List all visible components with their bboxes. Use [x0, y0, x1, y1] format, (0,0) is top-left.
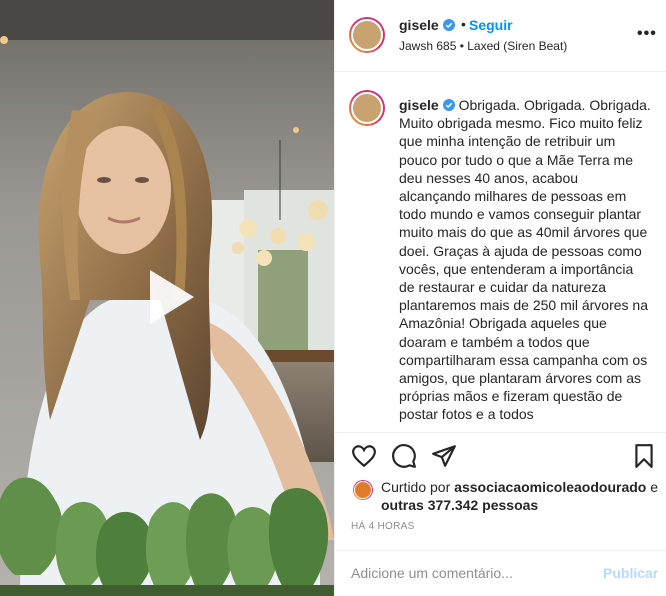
- author-avatar[interactable]: [349, 17, 385, 53]
- author-username-text[interactable]: gisele: [399, 17, 439, 33]
- caption-author-avatar[interactable]: [349, 90, 385, 126]
- play-icon[interactable]: [132, 262, 202, 332]
- verified-badge-icon: [442, 19, 455, 31]
- more-options-button[interactable]: •••: [637, 25, 657, 43]
- likes-prefix: Curtido por: [381, 479, 455, 495]
- caption-section: gisele Obrigada. Obrigada. Obrigada. Mui…: [335, 72, 666, 432]
- likes-first-user[interactable]: associacaomicoleaodourado: [454, 479, 646, 495]
- comment-input[interactable]: [351, 561, 571, 585]
- caption: gisele Obrigada. Obrigada. Obrigada. Mui…: [399, 96, 651, 424]
- post-header: gisele • Seguir Jawsh 685 • Laxed (Siren…: [335, 0, 666, 72]
- likes-text: Curtido por associacaomicoleaodourado e …: [381, 478, 665, 514]
- heart-icon[interactable]: [351, 443, 377, 469]
- header-separator: •: [461, 16, 466, 32]
- likes-others-suffix: pessoas: [478, 497, 539, 513]
- likes-others-count: 377.342: [427, 497, 479, 513]
- caption-text: Obrigada. Obrigada. Obrigada. Muito obri…: [399, 97, 651, 423]
- comment-bubble-icon[interactable]: [391, 443, 417, 469]
- likes-others-link[interactable]: outras 377.342 pessoas: [381, 497, 538, 513]
- follow-button[interactable]: Seguir: [469, 17, 513, 33]
- author-username[interactable]: gisele: [399, 17, 455, 33]
- liker-avatar[interactable]: [353, 480, 373, 500]
- likes-middle: e: [646, 479, 659, 495]
- verified-badge-icon: [442, 99, 455, 111]
- caption-username[interactable]: gisele: [399, 97, 439, 113]
- likes-others-prefix: outras: [381, 497, 428, 513]
- bookmark-icon[interactable]: [631, 443, 657, 469]
- comment-box: Publicar: [335, 550, 666, 596]
- post-video[interactable]: [0, 0, 334, 596]
- post-side-panel: gisele • Seguir Jawsh 685 • Laxed (Siren…: [334, 0, 666, 596]
- action-bar: [335, 432, 666, 476]
- audio-track-link[interactable]: Jawsh 685 • Laxed (Siren Beat): [399, 39, 567, 53]
- instagram-post-view: gisele • Seguir Jawsh 685 • Laxed (Siren…: [0, 0, 666, 596]
- paper-plane-icon[interactable]: [431, 443, 457, 469]
- post-timestamp[interactable]: HÁ 4 HORAS: [351, 521, 415, 532]
- publish-button[interactable]: Publicar: [603, 565, 658, 581]
